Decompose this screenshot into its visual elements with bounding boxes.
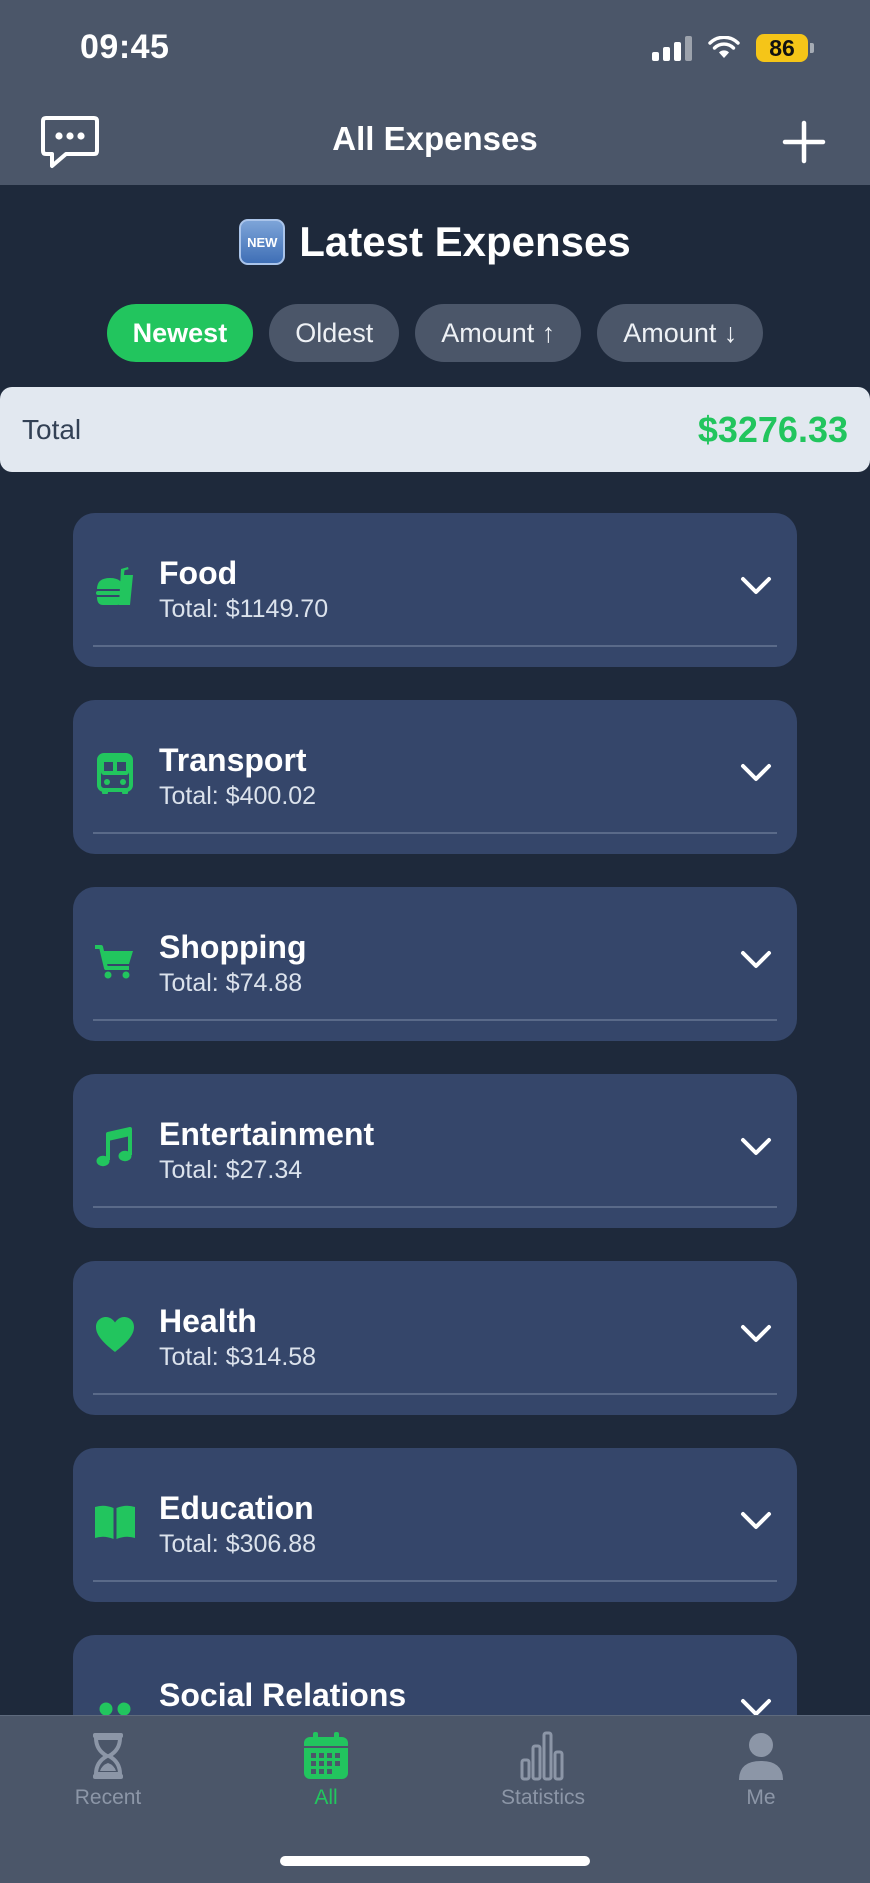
category-total: Total: $306.88 <box>159 1530 317 1558</box>
tab-bar: Recent All Statistics Me <box>0 1715 870 1883</box>
music-note-icon <box>93 1126 137 1170</box>
person-icon <box>739 1733 783 1780</box>
category-name: Social Relations <box>159 1677 407 1713</box>
chevron-down-icon[interactable] <box>739 573 773 597</box>
category-card-entertainment[interactable]: Entertainment Total: $27.34 <box>73 1074 797 1228</box>
chevron-down-icon[interactable] <box>739 760 773 784</box>
category-name: Food <box>159 555 238 591</box>
category-card-health[interactable]: Health Total: $314.58 <box>73 1261 797 1415</box>
hourglass-icon <box>93 1733 123 1779</box>
category-total: Total: $74.88 <box>159 969 303 997</box>
fast-food-icon <box>93 565 137 609</box>
people-icon <box>93 1687 137 1715</box>
category-total: Total: $1149.70 <box>159 595 329 623</box>
category-name: Education <box>159 1490 314 1526</box>
category-card-education[interactable]: Education Total: $306.88 <box>73 1448 797 1602</box>
tab-statistics[interactable]: Statistics <box>473 1730 613 1810</box>
calendar-icon <box>304 1732 348 1779</box>
tab-label: Statistics <box>500 1786 586 1809</box>
book-icon <box>93 1500 137 1544</box>
heart-icon <box>93 1313 137 1357</box>
chevron-down-icon[interactable] <box>739 1508 773 1532</box>
divider <box>93 1019 777 1021</box>
divider <box>93 1580 777 1582</box>
divider <box>93 1206 777 1208</box>
bus-icon <box>93 752 137 796</box>
chevron-down-icon[interactable] <box>739 1695 773 1715</box>
home-indicator[interactable] <box>280 1856 590 1866</box>
divider <box>93 1393 777 1395</box>
tab-label: Me <box>746 1786 776 1809</box>
category-card-transport[interactable]: Transport Total: $400.02 <box>73 700 797 854</box>
divider <box>93 645 777 647</box>
category-list: Food Total: $1149.70 Transport Total: $4… <box>0 0 870 1715</box>
category-card-shopping[interactable]: Shopping Total: $74.88 <box>73 887 797 1041</box>
category-name: Transport <box>159 742 307 778</box>
divider <box>93 832 777 834</box>
chevron-down-icon[interactable] <box>739 947 773 971</box>
category-name: Shopping <box>159 929 307 965</box>
tab-recent[interactable]: Recent <box>38 1730 178 1810</box>
tab-label: Recent <box>74 1786 142 1809</box>
category-name: Health <box>159 1303 257 1339</box>
tab-me[interactable]: Me <box>691 1730 831 1810</box>
bar-chart-icon <box>520 1731 564 1781</box>
category-total: Total: $27.34 <box>159 1156 303 1184</box>
cart-icon <box>93 939 137 983</box>
chevron-down-icon[interactable] <box>739 1134 773 1158</box>
category-name: Entertainment <box>159 1116 375 1152</box>
category-total: Total: $400.02 <box>159 782 317 810</box>
chevron-down-icon[interactable] <box>739 1321 773 1345</box>
category-total: Total: $314.58 <box>159 1343 317 1371</box>
category-card-food[interactable]: Food Total: $1149.70 <box>73 513 797 667</box>
category-card-social-relations[interactable]: Social Relations <box>73 1635 797 1715</box>
tab-all[interactable]: All <box>256 1730 396 1810</box>
tab-label: All <box>314 1786 338 1809</box>
